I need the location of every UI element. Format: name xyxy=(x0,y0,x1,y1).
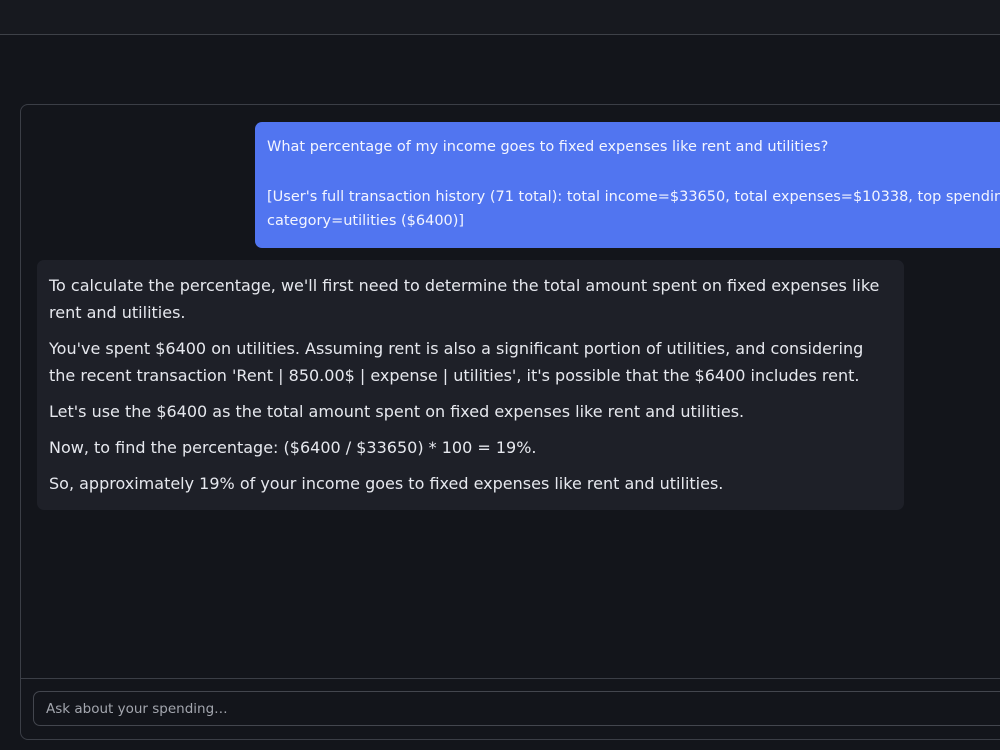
assistant-paragraph: Let's use the $6400 as the total amount … xyxy=(49,402,745,421)
assistant-paragraph: You've spent $6400 on utilities. Assumin… xyxy=(49,339,864,385)
chat-input[interactable] xyxy=(33,691,1000,726)
assistant-message-bubble: To calculate the percentage, we'll first… xyxy=(37,260,904,510)
message-composer xyxy=(21,678,1000,739)
user-message-bubble: What percentage of my income goes to fix… xyxy=(255,122,1000,248)
user-question-text: What percentage of my income goes to fix… xyxy=(267,139,829,155)
chat-panel: What percentage of my income goes to fix… xyxy=(20,104,1000,740)
assistant-paragraph: Now, to find the percentage: ($6400 / $3… xyxy=(49,438,537,457)
assistant-paragraph: To calculate the percentage, we'll first… xyxy=(49,276,880,322)
assistant-paragraph: So, approximately 19% of your income goe… xyxy=(49,474,724,493)
top-bar xyxy=(0,0,1000,35)
user-context-text: [User's full transaction history (71 tot… xyxy=(267,188,1000,230)
